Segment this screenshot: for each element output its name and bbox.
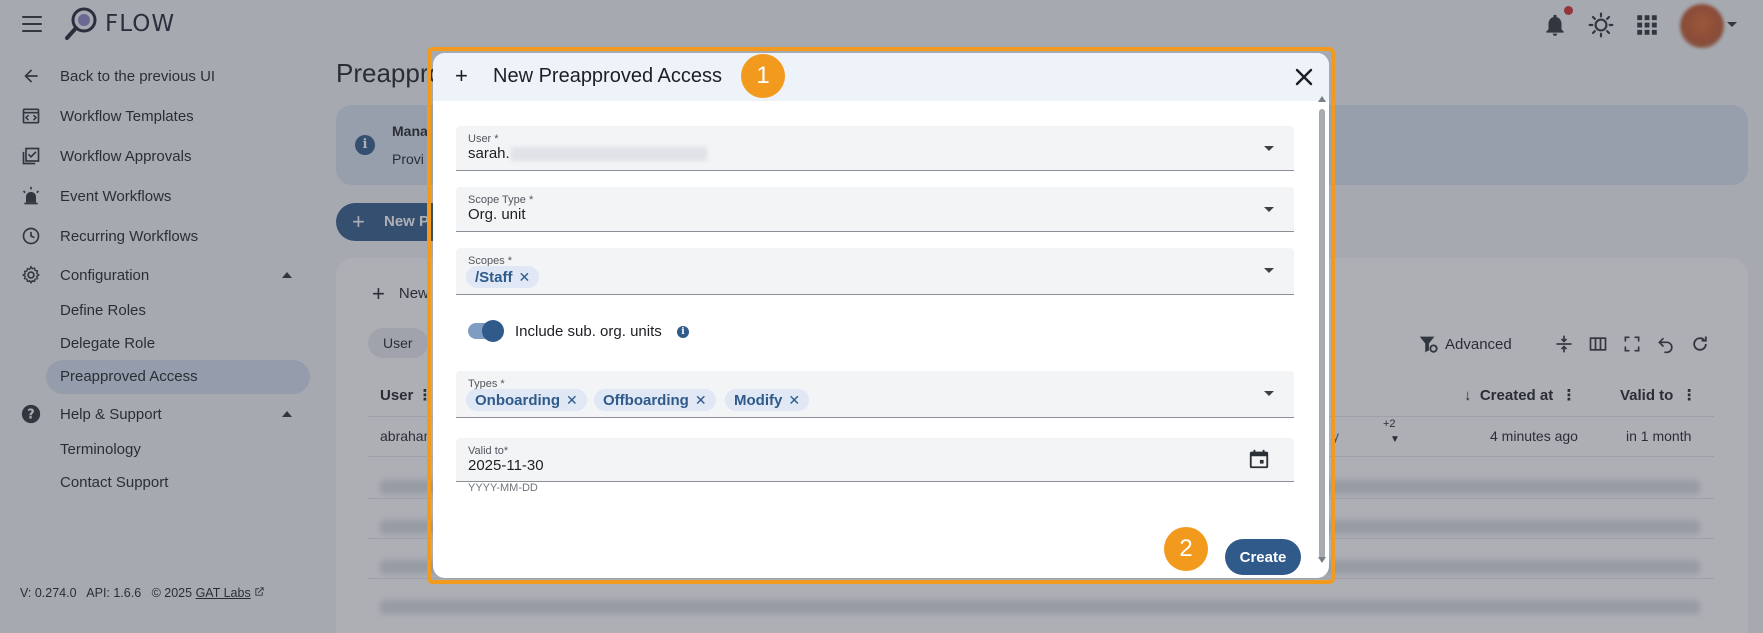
user-select[interactable]: User * sarah.: [456, 126, 1294, 171]
toggle-knob: [482, 320, 504, 342]
plus-icon: +: [455, 63, 468, 88]
chevron-down-icon[interactable]: [1264, 268, 1274, 273]
user-label: User *: [468, 133, 499, 145]
scope-chip[interactable]: /Staff ✕: [466, 266, 540, 288]
valid-to-value: 2025-11-30: [468, 457, 544, 474]
date-format-hint: YYYY-MM-DD: [468, 482, 538, 494]
include-sub-toggle[interactable]: [468, 320, 504, 342]
chip-label: Offboarding: [603, 392, 689, 409]
close-icon[interactable]: ✕: [519, 269, 531, 285]
type-chip-offboarding[interactable]: Offboarding ✕: [594, 389, 716, 411]
new-preapproved-access-dialog: + New Preapproved Access User * sarah. S…: [433, 53, 1329, 578]
chevron-down-icon[interactable]: [1264, 391, 1274, 396]
redacted-email: [510, 147, 707, 162]
scope-type-value: Org. unit: [468, 206, 526, 223]
scroll-down-arrow[interactable]: [1318, 557, 1326, 563]
close-icon[interactable]: ✕: [566, 392, 578, 408]
scrollbar-thumb[interactable]: [1319, 109, 1325, 559]
include-sub-label: Include sub. org. units: [515, 323, 662, 340]
user-value-text: sarah.: [468, 145, 510, 162]
user-value: sarah.: [468, 145, 707, 162]
valid-to-label: Valid to*: [468, 445, 509, 457]
scopes-select[interactable]: Scopes * /Staff ✕: [456, 248, 1294, 295]
step-badge-1: 1: [741, 54, 785, 98]
valid-to-field[interactable]: Valid to* 2025-11-30: [456, 438, 1294, 482]
chip-label: Onboarding: [475, 392, 560, 409]
close-icon[interactable]: ✕: [788, 392, 800, 408]
chip-label: Modify: [734, 392, 783, 409]
close-icon[interactable]: ✕: [695, 392, 707, 408]
step-badge-2: 2: [1164, 527, 1208, 571]
info-icon[interactable]: i: [677, 326, 689, 338]
scroll-up-arrow[interactable]: [1318, 96, 1326, 102]
scope-type-select[interactable]: Scope Type * Org. unit: [456, 187, 1294, 232]
scope-type-label: Scope Type *: [468, 194, 534, 206]
types-select[interactable]: Types * Onboarding ✕ Offboarding ✕ Modify ✕: [456, 371, 1294, 418]
dialog-title: New Preapproved Access: [493, 65, 723, 87]
chip-label: /Staff: [475, 269, 513, 286]
chevron-down-icon[interactable]: [1264, 207, 1274, 212]
type-chip-modify[interactable]: Modify ✕: [725, 389, 810, 411]
dialog-header: + New Preapproved Access: [433, 53, 1329, 101]
calendar-icon[interactable]: [1248, 448, 1270, 470]
close-icon[interactable]: [1292, 65, 1316, 89]
type-chip-onboarding[interactable]: Onboarding ✕: [466, 389, 587, 411]
chevron-down-icon[interactable]: [1264, 146, 1274, 151]
create-button[interactable]: Create: [1225, 539, 1301, 575]
